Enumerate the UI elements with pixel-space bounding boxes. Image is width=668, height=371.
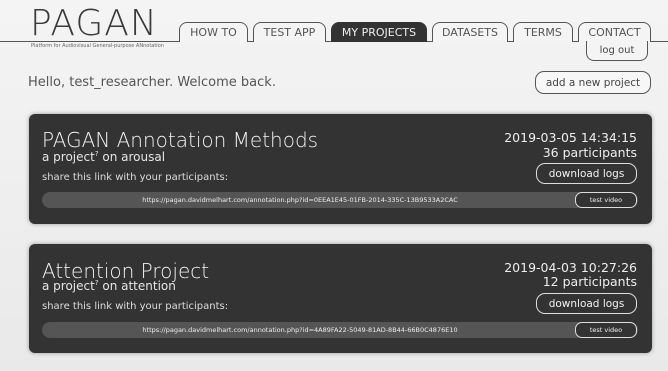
tab-contact[interactable]: CONTACT bbox=[578, 22, 651, 42]
project-date: 2019-04-03 10:27:26 bbox=[504, 260, 637, 275]
project-subtitle-prefix: a project bbox=[42, 279, 95, 293]
tab-terms[interactable]: TERMS bbox=[513, 22, 573, 42]
participant-count: 12 participants bbox=[542, 274, 637, 289]
project-subtitle: a project? on attention bbox=[42, 279, 176, 293]
share-link-label: share this link with your participants: bbox=[42, 172, 229, 183]
logout-button[interactable]: log out bbox=[586, 41, 648, 61]
tab-datasets[interactable]: DATASETS bbox=[432, 22, 508, 42]
share-link-url[interactable]: https://pagan.davidmelhart.com/annotatio… bbox=[42, 322, 558, 338]
project-title: PAGAN Annotation Methods bbox=[42, 128, 319, 152]
tab-how-to[interactable]: HOW TO bbox=[179, 22, 248, 42]
test-video-button[interactable]: test video bbox=[575, 192, 637, 208]
project-subtitle: a project? on arousal bbox=[42, 150, 165, 164]
tab-test-app[interactable]: TEST APP bbox=[253, 22, 326, 42]
project-date: 2019-03-05 14:34:15 bbox=[504, 130, 637, 145]
test-video-button[interactable]: test video bbox=[575, 322, 637, 338]
tab-my-projects[interactable]: MY PROJECTS bbox=[331, 22, 427, 42]
pagan-logo[interactable]: PAGAN bbox=[30, 6, 158, 42]
project-card: PAGAN Annotation Methods a project? on a… bbox=[29, 114, 652, 224]
welcome-message: Hello, test_researcher. Welcome back. bbox=[28, 75, 276, 90]
project-subtitle-topic: on attention bbox=[98, 279, 176, 293]
download-logs-button[interactable]: download logs bbox=[536, 293, 637, 314]
project-subtitle-topic: on arousal bbox=[98, 150, 166, 164]
share-link-bar[interactable]: https://pagan.davidmelhart.com/annotatio… bbox=[42, 192, 638, 208]
logo-subtitle: Platform for Audiovisual General-purpose… bbox=[31, 43, 164, 49]
download-logs-button[interactable]: download logs bbox=[536, 163, 637, 184]
share-link-bar[interactable]: https://pagan.davidmelhart.com/annotatio… bbox=[42, 322, 638, 338]
add-project-button[interactable]: add a new project bbox=[535, 71, 651, 94]
participant-count: 36 participants bbox=[542, 145, 637, 160]
project-card: Attention Project a project? on attentio… bbox=[29, 244, 652, 353]
share-link-label: share this link with your participants: bbox=[42, 301, 229, 312]
share-link-url[interactable]: https://pagan.davidmelhart.com/annotatio… bbox=[42, 192, 558, 208]
project-subtitle-prefix: a project bbox=[42, 150, 95, 164]
